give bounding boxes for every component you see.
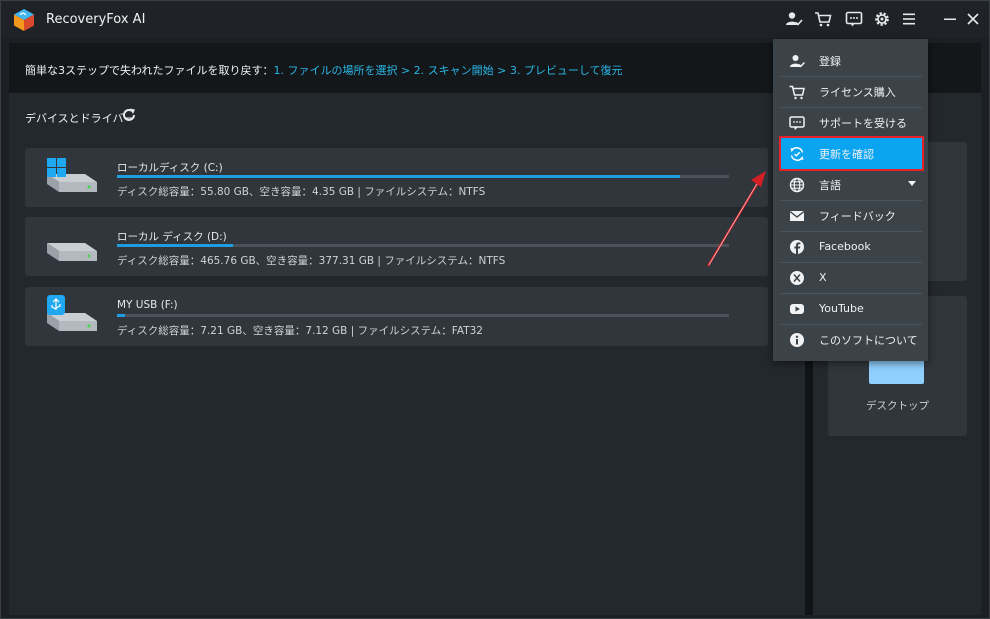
menu-item-label: このソフトについて — [819, 333, 918, 347]
globe-icon — [789, 177, 805, 193]
menu-item-label: ライセンス購入 — [819, 85, 896, 99]
drive-usage-fill — [117, 244, 234, 247]
menu-item-buy-license[interactable]: ライセンス購入 — [781, 76, 922, 107]
windows-drive-icon — [47, 158, 97, 192]
refresh-icon[interactable] — [121, 107, 137, 123]
hard-drive-icon — [47, 243, 97, 261]
drive-info: ディスク総容量：55.80 GB、空き容量：4.35 GB | ファイルシステム… — [117, 186, 486, 198]
drive-info: ディスク総容量：7.21 GB、空き容量：7.12 GB | ファイルシステム：… — [117, 325, 483, 337]
menu-item-label: サポートを受ける — [819, 116, 907, 130]
drive-usage-bar — [117, 244, 729, 247]
devices-panel: デバイスとドライバー ローカルディスク (C:) ディスク総容量：55.80 G… — [9, 93, 805, 615]
youtube-icon — [789, 301, 805, 317]
user-check-icon — [789, 53, 805, 69]
menu-item-label: YouTube — [819, 302, 864, 315]
menu-item-language[interactable]: 言語 — [781, 169, 922, 200]
menu-item-label: 登録 — [819, 54, 841, 68]
cart-icon[interactable] — [812, 8, 834, 30]
app-title: RecoveryFox AI — [46, 12, 146, 27]
app-window: RecoveryFox AI 簡単な3ステップで失われたファイルを取り戻す：1.… — [0, 0, 990, 619]
menu-item-youtube[interactable]: YouTube — [781, 293, 922, 324]
menu-item-register[interactable]: 登録 — [781, 45, 922, 76]
menu-item-feedback[interactable]: フィードバック — [781, 200, 922, 231]
drive-item-f[interactable]: MY USB (F:) ディスク総容量：7.21 GB、空き容量：7.12 GB… — [25, 287, 768, 346]
menu-item-facebook[interactable]: Facebook — [781, 231, 922, 262]
chevron-down-icon — [908, 181, 916, 186]
drive-item-d[interactable]: ローカル ディスク (D:) ディスク総容量：465.76 GB、空き容量：37… — [25, 217, 768, 276]
app-logo-icon — [14, 9, 34, 31]
drive-usage-bar — [117, 314, 729, 317]
gear-icon[interactable] — [871, 8, 893, 30]
drive-usage-fill — [117, 175, 681, 178]
main-menu-dropdown: 登録 ライセンス購入 サポートを受ける 更新を確認 言語 フィードバック Fac… — [773, 39, 928, 361]
drive-name: ローカル ディスク (D:) — [117, 231, 227, 243]
drive-usage-fill — [117, 314, 125, 317]
facebook-icon — [789, 239, 805, 255]
menu-item-get-support[interactable]: サポートを受ける — [781, 107, 922, 138]
drive-name: ローカルディスク (C:) — [117, 162, 223, 174]
title-bar: RecoveryFox AI — [1, 1, 989, 38]
menu-icon[interactable] — [898, 8, 920, 30]
drive-usage-bar — [117, 175, 729, 178]
menu-item-x[interactable]: X — [781, 262, 922, 293]
menu-item-label: フィードバック — [819, 209, 896, 223]
drive-name: MY USB (F:) — [117, 299, 178, 311]
update-icon — [789, 146, 805, 162]
close-icon[interactable] — [962, 8, 984, 30]
minimize-icon[interactable] — [939, 8, 961, 30]
menu-item-about[interactable]: このソフトについて — [781, 324, 922, 355]
info-icon — [789, 332, 805, 348]
user-check-icon[interactable] — [783, 8, 805, 30]
menu-item-check-update[interactable]: 更新を確認 — [779, 136, 924, 171]
banner-prefix: 簡単な3ステップで失われたファイルを取り戻す： — [25, 64, 274, 77]
menu-item-label: 更新を確認 — [819, 147, 874, 161]
devices-title: デバイスとドライバー — [25, 112, 135, 125]
usb-drive-icon — [47, 295, 97, 331]
banner-steps: 1. ファイルの場所を選択 > 2. スキャン開始 > 3. プレビューして復元 — [273, 64, 623, 77]
banner-text: 簡単な3ステップで失われたファイルを取り戻す：1. ファイルの場所を選択 > 2… — [25, 62, 623, 78]
desktop-label: デスクトップ — [866, 400, 929, 412]
drive-item-c[interactable]: ローカルディスク (C:) ディスク総容量：55.80 GB、空き容量：4.35… — [25, 148, 768, 207]
menu-item-label: X — [819, 271, 827, 284]
mail-icon — [789, 208, 805, 224]
x-icon — [789, 270, 805, 286]
drive-info: ディスク総容量：465.76 GB、空き容量：377.31 GB | ファイルシ… — [117, 255, 506, 267]
chat-icon[interactable] — [843, 8, 865, 30]
menu-item-label: 言語 — [819, 178, 841, 192]
chat-icon — [789, 115, 805, 131]
cart-icon — [789, 84, 805, 100]
menu-item-label: Facebook — [819, 240, 871, 253]
